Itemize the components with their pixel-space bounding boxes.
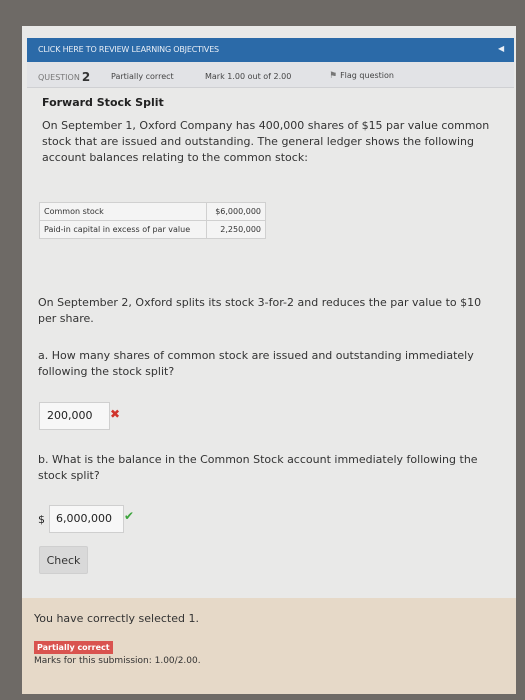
table-row: Common stock $6,000,000	[39, 202, 267, 221]
incorrect-icon: ✖	[110, 407, 121, 421]
correct-icon: ✔	[124, 509, 135, 523]
review-objectives-bar[interactable]: CLICK HERE TO REVIEW LEARNING OBJECTIVES…	[27, 38, 514, 62]
part-a-question: a. How many shares of common stock are i…	[38, 349, 474, 378]
question-status: Partially correct	[111, 72, 174, 81]
question-label: QUESTION 2	[38, 70, 91, 84]
check-button[interactable]: Check	[39, 546, 88, 574]
submission-marks: Marks for this submission: 1.00/2.00.	[34, 656, 201, 666]
question-number: 2	[81, 70, 91, 84]
ledger-table: Common stock $6,000,000 Paid-in capital …	[39, 202, 267, 239]
answer-b-input[interactable]: 6,000,000	[49, 505, 124, 533]
split-description: On September 2, Oxford splits its stock …	[38, 296, 482, 325]
part-b-question: b. What is the balance in the Common Sto…	[38, 453, 478, 482]
feedback-panel: You have correctly selected 1. Partially…	[22, 598, 516, 694]
feedback-message: You have correctly selected 1.	[34, 612, 199, 625]
status-badge: Partially correct	[34, 641, 113, 654]
question-intro: On September 1, Oxford Company has 400,0…	[42, 119, 490, 164]
currency-symbol: $	[38, 513, 45, 526]
question-title: Forward Stock Split	[42, 96, 164, 109]
answer-a-input[interactable]: 200,000	[39, 402, 110, 430]
ledger-amount: $6,000,000	[205, 202, 267, 221]
caret-left-icon[interactable]: ◀	[498, 44, 504, 53]
question-mark: Mark 1.00 out of 2.00	[205, 72, 292, 81]
review-objectives-link[interactable]: CLICK HERE TO REVIEW LEARNING OBJECTIVES	[38, 45, 219, 54]
ledger-account: Paid-in capital in excess of par value	[39, 220, 207, 239]
question-info-bar: QUESTION 2 Partially correct Mark 1.00 ou…	[27, 62, 514, 88]
flag-question-link[interactable]: ⚑ Flag question	[329, 71, 394, 81]
ledger-account: Common stock	[39, 202, 207, 221]
table-row: Paid-in capital in excess of par value 2…	[39, 220, 267, 239]
ledger-amount: 2,250,000	[205, 220, 267, 239]
quiz-page: CLICK HERE TO REVIEW LEARNING OBJECTIVES…	[22, 26, 516, 694]
flag-icon[interactable]: ⚑	[329, 71, 337, 81]
